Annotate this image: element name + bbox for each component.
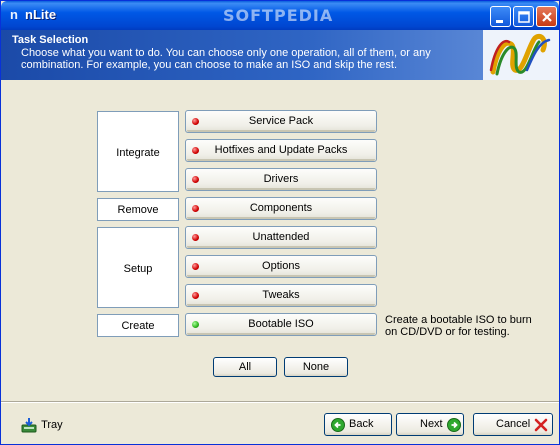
task-label: Unattended <box>252 231 310 243</box>
setup-label: Setup <box>123 263 153 275</box>
minimize-icon <box>496 20 503 23</box>
nlite-app-icon: n <box>10 7 18 22</box>
indicator-off-icon <box>192 147 199 154</box>
next-button[interactable]: Next <box>396 413 464 436</box>
header-panel: Task Selection Choose what you want to d… <box>1 30 559 80</box>
components-button[interactable]: Components <box>185 197 377 220</box>
indicator-off-icon <box>192 176 199 183</box>
task-label: Bootable ISO <box>248 318 314 330</box>
bootable-iso-description: Create a bootable ISO to burn on CD/DVD … <box>385 314 532 338</box>
integrate-label: Integrate <box>116 147 160 159</box>
options-button[interactable]: Options <box>185 255 377 278</box>
footer-divider <box>1 401 559 403</box>
indicator-off-icon <box>192 263 199 270</box>
close-button[interactable] <box>536 6 557 27</box>
task-label: Hotfixes and Update Packs <box>214 144 348 156</box>
minimize-button[interactable] <box>490 6 511 27</box>
remove-group: Remove <box>97 198 179 221</box>
task-label: Components <box>249 202 313 214</box>
setup-group: Setup <box>97 227 179 308</box>
next-arrow-icon <box>447 418 461 432</box>
indicator-off-icon <box>192 205 199 212</box>
hotfixes-button[interactable]: Hotfixes and Update Packs <box>185 139 377 162</box>
cancel-button[interactable]: Cancel <box>473 413 553 436</box>
cancel-x-icon <box>534 418 548 432</box>
page-title: Task Selection <box>12 34 89 46</box>
task-label: Tweaks <box>262 289 300 301</box>
task-label: Drivers <box>263 173 299 185</box>
create-label: Create <box>121 320 155 332</box>
indicator-on-icon <box>192 321 199 328</box>
tray-button[interactable]: Tray <box>21 417 63 433</box>
back-arrow-icon <box>331 418 345 432</box>
indicator-off-icon <box>192 234 199 241</box>
remove-label: Remove <box>117 204 159 216</box>
unattended-button[interactable]: Unattended <box>185 226 377 249</box>
drivers-button[interactable]: Drivers <box>185 168 377 191</box>
integrate-group: Integrate <box>97 111 179 192</box>
maximize-button[interactable] <box>513 6 534 27</box>
back-button[interactable]: Back <box>324 413 392 436</box>
service-pack-button[interactable]: Service Pack <box>185 110 377 133</box>
select-all-button[interactable]: All <box>213 357 277 377</box>
bootable-iso-button[interactable]: Bootable ISO <box>185 313 377 336</box>
cancel-label: Cancel <box>496 418 531 430</box>
indicator-off-icon <box>192 292 199 299</box>
create-group: Create <box>97 314 179 337</box>
select-none-button[interactable]: None <box>284 357 348 377</box>
task-label: Options <box>262 260 300 272</box>
window-title: nLite <box>25 7 57 22</box>
page-description: Choose what you want to do. You can choo… <box>21 47 431 71</box>
nlite-window: n nLite SOFTPEDIA Task Selection Choose … <box>0 0 560 445</box>
nlite-logo-icon <box>483 30 559 80</box>
indicator-off-icon <box>192 118 199 125</box>
maximize-icon <box>518 11 530 23</box>
next-label: Next <box>420 418 443 430</box>
back-label: Back <box>349 418 374 430</box>
tray-label: Tray <box>41 419 63 432</box>
softpedia-watermark: SOFTPEDIA <box>223 6 334 25</box>
task-label: Service Pack <box>248 115 314 127</box>
tray-icon <box>21 418 37 433</box>
tweaks-button[interactable]: Tweaks <box>185 284 377 307</box>
title-bar[interactable]: n nLite SOFTPEDIA <box>1 1 559 30</box>
close-icon <box>542 12 552 22</box>
